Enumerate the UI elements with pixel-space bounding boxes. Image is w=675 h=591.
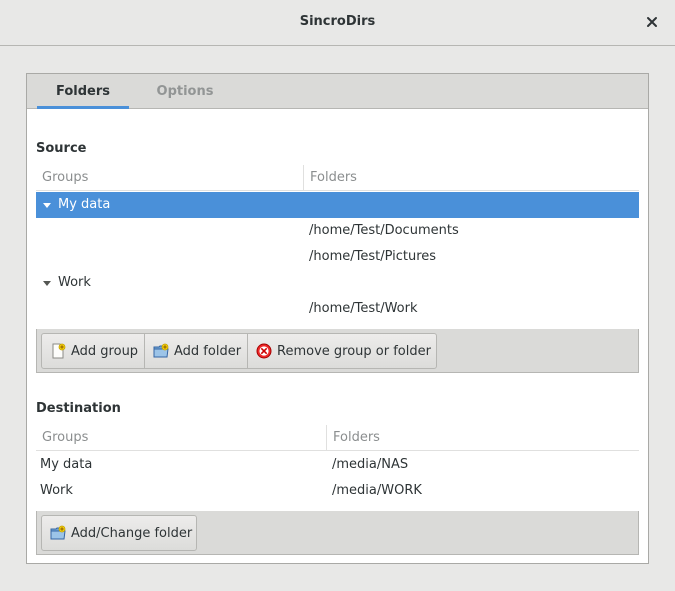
- add-group-icon: [50, 343, 66, 359]
- source-folder-path: /home/Test/Work: [309, 301, 418, 316]
- add-group-button[interactable]: Add group: [41, 333, 145, 369]
- source-group-label: My data: [58, 197, 111, 212]
- expander-down-icon[interactable]: [40, 192, 54, 218]
- tab-options-label: Options: [156, 84, 214, 99]
- source-row-work[interactable]: Work: [36, 270, 639, 296]
- destination-row-my-data[interactable]: My data /media/NAS: [36, 452, 639, 478]
- add-change-folder-label: Add/Change folder: [71, 525, 193, 541]
- source-group-label: Work: [58, 275, 91, 290]
- destination-folder-path: /media/NAS: [332, 457, 409, 472]
- source-row[interactable]: /home/Test/Pictures: [36, 244, 639, 270]
- add-folder-icon: [50, 525, 66, 541]
- source-folder-path: /home/Test/Pictures: [309, 249, 437, 264]
- remove-group-or-folder-button[interactable]: Remove group or folder: [247, 333, 437, 369]
- source-folders-header[interactable]: Folders: [304, 165, 639, 191]
- add-folder-icon: [153, 343, 169, 359]
- notebook: Folders Options Source Groups Folders My…: [26, 73, 649, 564]
- source-tree[interactable]: Groups Folders My data /home/Test/Docume…: [36, 165, 639, 329]
- window-title: SincroDirs: [299, 14, 376, 29]
- tab-options[interactable]: Options: [139, 74, 231, 109]
- remove-icon: [256, 343, 272, 359]
- destination-group-label: My data: [40, 457, 93, 472]
- destination-toolbar: Add/Change folder: [36, 511, 639, 555]
- destination-title: Destination: [36, 401, 121, 416]
- tab-folders[interactable]: Folders: [37, 74, 129, 109]
- source-toolbar: Add group Add folder Remove group or fol…: [36, 329, 639, 373]
- destination-folders-header[interactable]: Folders: [327, 425, 639, 451]
- add-folder-label: Add folder: [174, 343, 242, 359]
- remove-label: Remove group or folder: [277, 343, 431, 359]
- destination-folder-path: /media/WORK: [332, 483, 422, 498]
- tab-folders-label: Folders: [55, 84, 110, 99]
- destination-row-work[interactable]: Work /media/WORK: [36, 478, 639, 504]
- close-icon[interactable]: [643, 13, 661, 31]
- add-group-label: Add group: [71, 343, 139, 359]
- source-row[interactable]: /home/Test/Documents: [36, 218, 639, 244]
- destination-group-label: Work: [40, 483, 73, 498]
- tab-bar: Folders Options: [27, 74, 648, 109]
- destination-tree[interactable]: Groups Folders My data /media/NAS Work /…: [36, 425, 639, 511]
- add-folder-button[interactable]: Add folder: [144, 333, 248, 369]
- source-row[interactable]: /home/Test/Work: [36, 296, 639, 322]
- source-title: Source: [36, 141, 87, 156]
- add-change-folder-button[interactable]: Add/Change folder: [41, 515, 197, 551]
- source-row-my-data[interactable]: My data: [36, 192, 639, 218]
- source-groups-header[interactable]: Groups: [36, 165, 304, 191]
- expander-down-icon[interactable]: [40, 270, 54, 296]
- title-bar: SincroDirs: [0, 0, 675, 46]
- source-folder-path: /home/Test/Documents: [309, 223, 459, 238]
- destination-groups-header[interactable]: Groups: [36, 425, 327, 451]
